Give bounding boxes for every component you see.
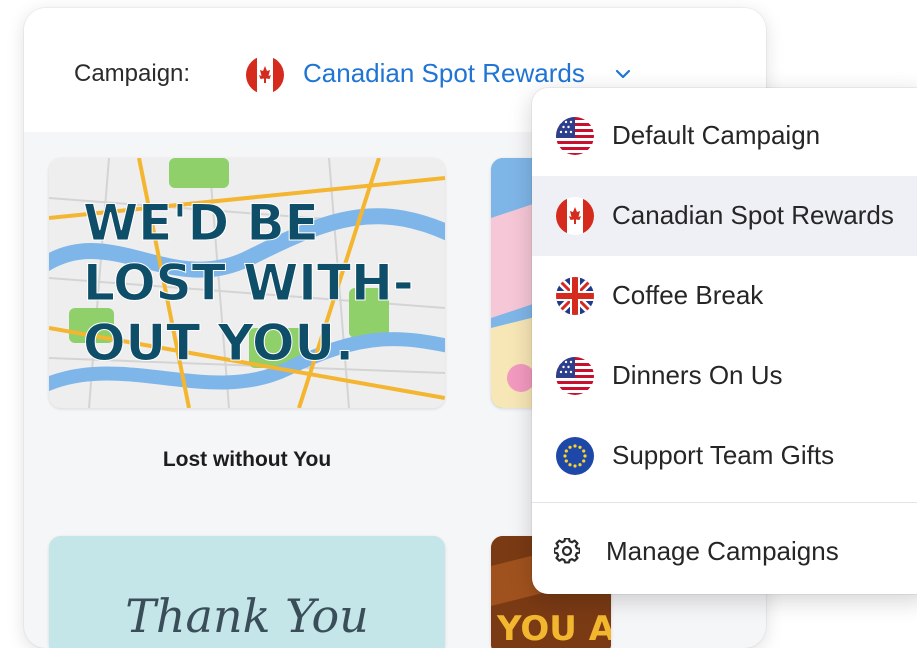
card-caption: Lost without You <box>162 448 332 471</box>
menu-item-label: Dinners On Us <box>612 360 783 390</box>
menu-item-coffee-break[interactable]: Coffee Break <box>532 256 917 336</box>
menu-item-dinners-on-us[interactable]: Dinners On Us <box>532 336 917 416</box>
card-art-line-2: LOST WITH- <box>83 254 414 312</box>
card-art-map: WE'D BE LOST WITH- OUT YOU. <box>49 158 445 408</box>
gear-icon <box>554 538 580 564</box>
campaign-dropdown-menu: Default Campaign Canadian Spot Rewards C… <box>532 88 917 594</box>
card-art-thank-you: Thank You <box>49 536 445 648</box>
menu-divider <box>532 502 917 503</box>
menu-item-label: Coffee Break <box>612 280 764 310</box>
eu-flag-icon <box>556 437 594 475</box>
campaign-selector[interactable]: Canadian Spot Rewards <box>303 58 585 89</box>
menu-item-support-team-gifts[interactable]: Support Team Gifts <box>532 416 917 496</box>
card-art-line-1: WE'D BE <box>83 194 319 252</box>
menu-item-label: Support Team Gifts <box>612 440 835 470</box>
card-thank-you[interactable]: Thank You <box>49 536 445 648</box>
manage-campaigns-label: Manage Campaigns <box>606 536 839 566</box>
card-art-text: YOU AR <box>496 609 611 648</box>
menu-item-default-campaign[interactable]: Default Campaign <box>532 96 917 176</box>
menu-item-canadian-spot-rewards[interactable]: Canadian Spot Rewards <box>532 176 917 256</box>
card-art-text: Thank You <box>125 589 369 643</box>
campaign-label: Campaign: <box>74 60 191 87</box>
menu-item-label: Canadian Spot Rewards <box>612 200 894 230</box>
card-lost-without-you[interactable]: WE'D BE LOST WITH- OUT YOU. <box>49 158 445 408</box>
canada-flag-icon[interactable] <box>246 56 284 94</box>
manage-campaigns-button[interactable]: Manage Campaigns <box>532 512 917 588</box>
card-art-line-3: OUT YOU. <box>83 314 354 372</box>
canada-flag-icon <box>556 197 594 235</box>
menu-item-label: Default Campaign <box>612 120 821 150</box>
usa-flag-icon <box>556 117 594 155</box>
uk-flag-icon <box>556 277 594 315</box>
chevron-down-icon[interactable] <box>614 65 632 83</box>
usa-flag-icon <box>556 357 594 395</box>
